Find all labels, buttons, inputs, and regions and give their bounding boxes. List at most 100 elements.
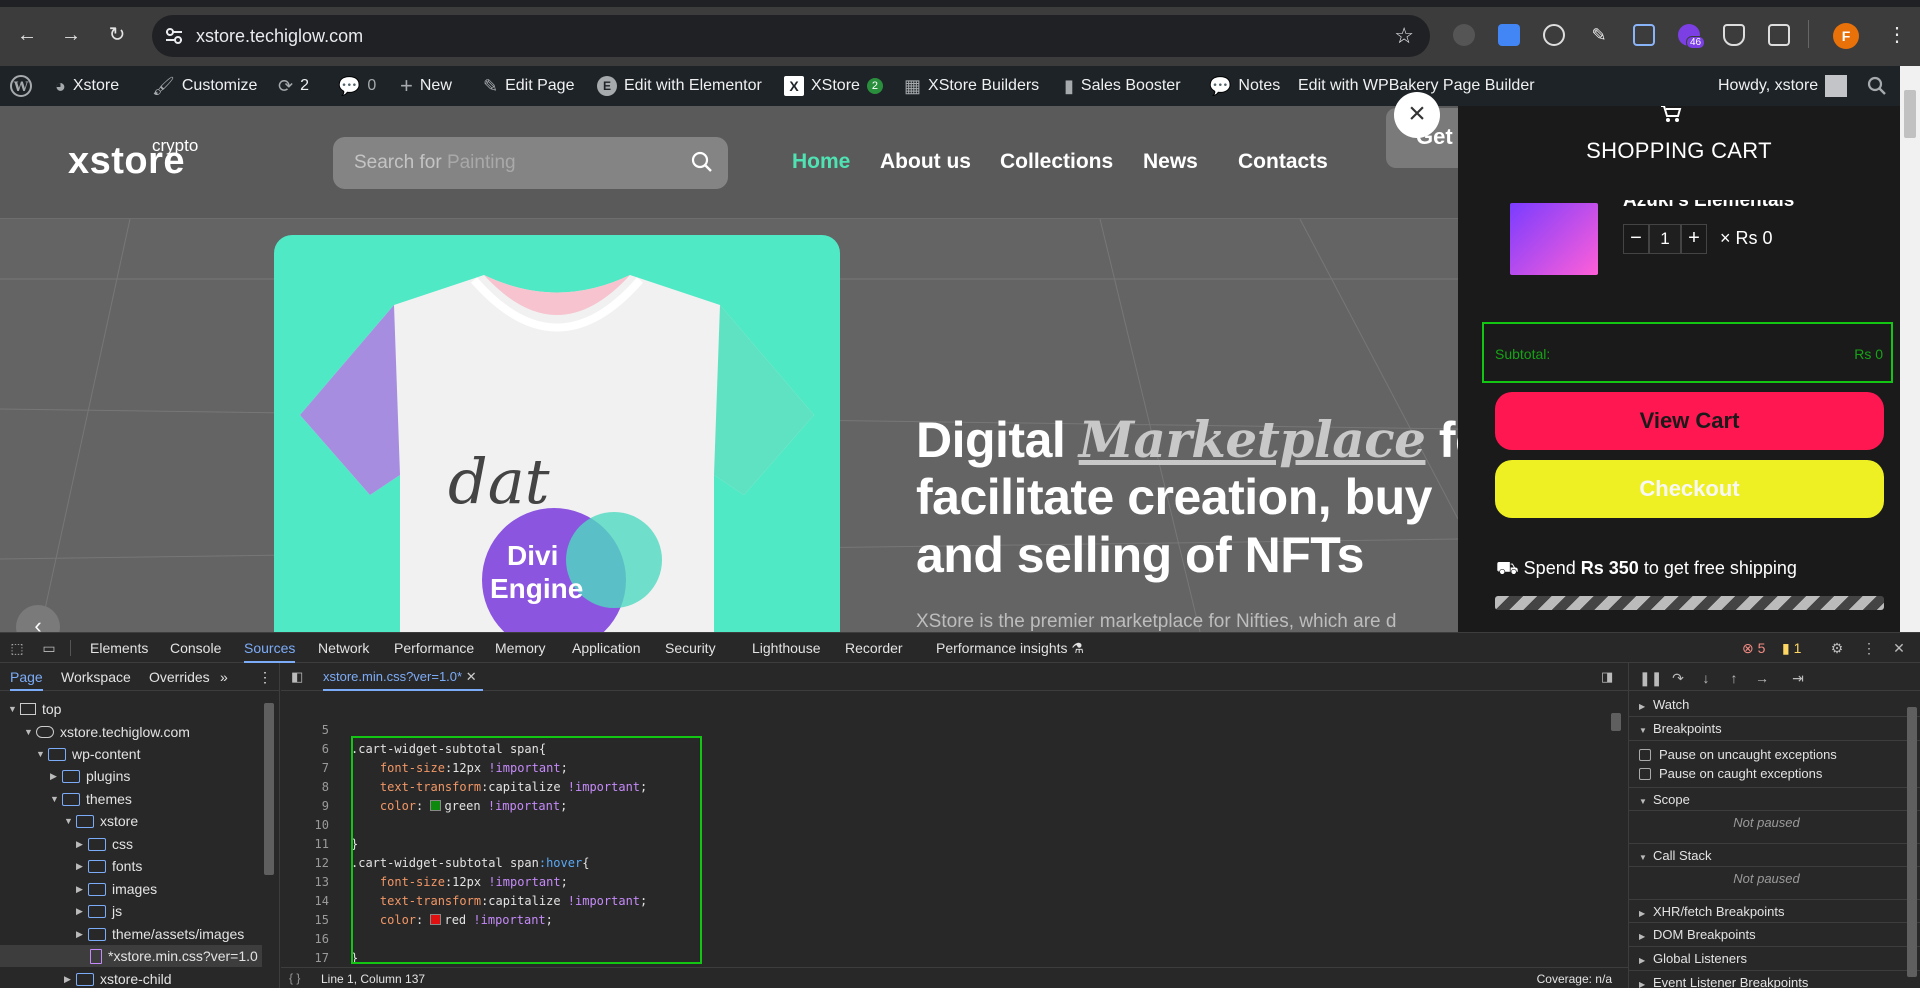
- section-global-listeners[interactable]: ▶ Global Listeners: [1629, 947, 1920, 971]
- checkout-button[interactable]: Checkout: [1495, 460, 1884, 518]
- site-logo[interactable]: xstore crypto: [68, 136, 198, 183]
- toggle-debugger-icon[interactable]: ◨: [1601, 669, 1613, 685]
- line-number[interactable]: 11: [281, 837, 329, 851]
- tree-item[interactable]: ▶ images: [76, 878, 157, 900]
- more-tabs-icon[interactable]: »: [220, 663, 228, 691]
- shield-extension-icon[interactable]: [1723, 24, 1745, 46]
- wp-site-name[interactable]: ◕ Xstore: [55, 66, 119, 106]
- tree-item[interactable]: ▼ top: [8, 698, 61, 720]
- cart-product-image[interactable]: [1510, 203, 1598, 275]
- debugger-scrollbar[interactable]: [1905, 703, 1919, 988]
- section-event-listener-breakpoints[interactable]: ▶ Event Listener Breakpoints: [1629, 971, 1920, 988]
- cart-product-name[interactable]: Azuki's Elementals: [1623, 200, 1794, 212]
- back-icon[interactable]: ←: [13, 21, 41, 49]
- deactivate-breakpoints-icon[interactable]: ⇥: [1789, 669, 1807, 687]
- bookmark-star-icon[interactable]: ☆: [1394, 23, 1414, 49]
- settings-gear-icon[interactable]: ⚙: [1828, 639, 1846, 657]
- line-number[interactable]: 14: [281, 894, 329, 908]
- wp-edit-page[interactable]: ✎ Edit Page: [483, 66, 574, 106]
- sync-extension-icon[interactable]: [1543, 24, 1565, 46]
- wp-howdy[interactable]: Howdy, xstore: [1718, 66, 1848, 106]
- tab-memory[interactable]: Memory: [495, 633, 546, 663]
- tab-performance-insights[interactable]: Performance insights ⚗: [936, 633, 1084, 663]
- nav-tab-workspace[interactable]: Workspace: [61, 663, 131, 691]
- translate-extension-icon[interactable]: [1498, 24, 1520, 46]
- tree-item[interactable]: ▶ fonts: [76, 855, 142, 877]
- nav-menu-icon[interactable]: ⋮: [258, 663, 272, 691]
- qty-input[interactable]: 1: [1649, 224, 1681, 254]
- color-picker-extension-icon[interactable]: ✎: [1588, 24, 1610, 46]
- tab-network[interactable]: Network: [318, 633, 369, 663]
- step-into-icon[interactable]: ↓: [1697, 669, 1715, 687]
- errors-count[interactable]: ⊗ 5: [1742, 633, 1765, 663]
- site-search-input[interactable]: Search for Painting: [333, 137, 728, 189]
- step-icon[interactable]: →: [1753, 669, 1771, 687]
- wp-customize[interactable]: 🖌 Customize: [152, 66, 257, 106]
- line-number[interactable]: 16: [281, 932, 329, 946]
- section-scope[interactable]: ▼ Scope: [1629, 787, 1920, 811]
- browser-menu-icon[interactable]: ⋮: [1887, 22, 1907, 48]
- tree-item[interactable]: ▼ xstore.techiglow.com: [24, 721, 190, 743]
- line-number[interactable]: 7: [281, 761, 329, 775]
- tab-sources[interactable]: Sources: [244, 633, 296, 663]
- tree-item[interactable]: ▶ css: [76, 833, 133, 855]
- tab-application[interactable]: Application: [572, 633, 641, 663]
- tree-item[interactable]: ▶ theme/assets/images: [76, 923, 244, 945]
- section-breakpoints[interactable]: ▼ Breakpoints: [1629, 717, 1920, 741]
- wp-xstore[interactable]: X XStore 2: [784, 66, 884, 106]
- forward-icon[interactable]: →: [57, 21, 85, 49]
- line-number[interactable]: 10: [281, 818, 329, 832]
- pause-uncaught-checkbox[interactable]: Pause on uncaught exceptions: [1639, 747, 1837, 762]
- line-number[interactable]: 9: [281, 799, 329, 813]
- line-number[interactable]: 13: [281, 875, 329, 889]
- close-icon[interactable]: ×: [1394, 92, 1440, 138]
- site-info-icon[interactable]: [164, 27, 184, 45]
- qty-plus-button[interactable]: +: [1681, 224, 1707, 254]
- wp-search-icon[interactable]: [1867, 66, 1887, 106]
- extension-with-badge-icon[interactable]: 46: [1678, 24, 1706, 49]
- tree-item[interactable]: ▼ wp-content: [36, 743, 140, 765]
- pause-icon[interactable]: ❚❚: [1639, 669, 1662, 687]
- wp-comments[interactable]: 💬 0: [338, 66, 376, 106]
- page-scrollbar[interactable]: [1900, 66, 1920, 632]
- pause-caught-checkbox[interactable]: Pause on caught exceptions: [1639, 766, 1822, 781]
- nav-news[interactable]: News: [1143, 150, 1198, 174]
- nav-tab-page[interactable]: Page: [10, 663, 43, 691]
- section-call-stack[interactable]: ▼ Call Stack: [1629, 843, 1920, 867]
- step-out-icon[interactable]: ↑: [1725, 669, 1743, 687]
- tree-item[interactable]: ▼ xstore: [64, 810, 138, 832]
- screen-capture-extension-icon[interactable]: [1633, 24, 1655, 46]
- nav-about-us[interactable]: About us: [880, 150, 971, 174]
- file-tab[interactable]: xstore.min.css?ver=1.0* ✕: [323, 663, 483, 691]
- line-number[interactable]: 12: [281, 856, 329, 870]
- view-cart-button[interactable]: View Cart: [1495, 392, 1884, 450]
- tree-item[interactable]: ▼ themes: [50, 788, 132, 810]
- editor-scrollbar[interactable]: [1607, 703, 1625, 965]
- tab-security[interactable]: Security: [665, 633, 716, 663]
- tree-item[interactable]: ▶ js: [76, 900, 122, 922]
- url-text[interactable]: xstore.techiglow.com: [196, 26, 363, 47]
- tab-lighthouse[interactable]: Lighthouse: [752, 633, 821, 663]
- line-number[interactable]: 17: [281, 951, 329, 965]
- qty-minus-button[interactable]: −: [1623, 224, 1649, 254]
- wp-sales-booster[interactable]: ▮ Sales Booster: [1064, 66, 1181, 106]
- device-toolbar-icon[interactable]: ▭: [40, 639, 58, 657]
- tab-console[interactable]: Console: [170, 633, 221, 663]
- wp-updates[interactable]: ⟳ 2: [278, 66, 309, 106]
- line-number[interactable]: 8: [281, 780, 329, 794]
- step-over-icon[interactable]: ↷: [1669, 669, 1687, 687]
- section-dom-breakpoints[interactable]: ▶ DOM Breakpoints: [1629, 923, 1920, 947]
- puzzle-extensions-icon[interactable]: [1768, 24, 1790, 46]
- reload-icon[interactable]: ↻: [103, 21, 131, 49]
- wp-new[interactable]: + New: [400, 66, 452, 106]
- wp-edit-elementor[interactable]: E Edit with Elementor: [597, 66, 762, 106]
- tab-elements[interactable]: Elements: [90, 633, 148, 663]
- section-xhr-breakpoints[interactable]: ▶ XHR/fetch Breakpoints: [1629, 899, 1920, 923]
- line-number[interactable]: 15: [281, 913, 329, 927]
- tree-item-selected-file[interactable]: *xstore.min.css?ver=1.0: [0, 945, 262, 967]
- nav-collections[interactable]: Collections: [1000, 150, 1113, 174]
- nav-tab-overrides[interactable]: Overrides: [149, 663, 210, 691]
- navigator-scrollbar[interactable]: [262, 699, 276, 988]
- close-tab-icon[interactable]: ✕: [466, 669, 477, 684]
- devtools-menu-icon[interactable]: ⋮: [1860, 639, 1878, 657]
